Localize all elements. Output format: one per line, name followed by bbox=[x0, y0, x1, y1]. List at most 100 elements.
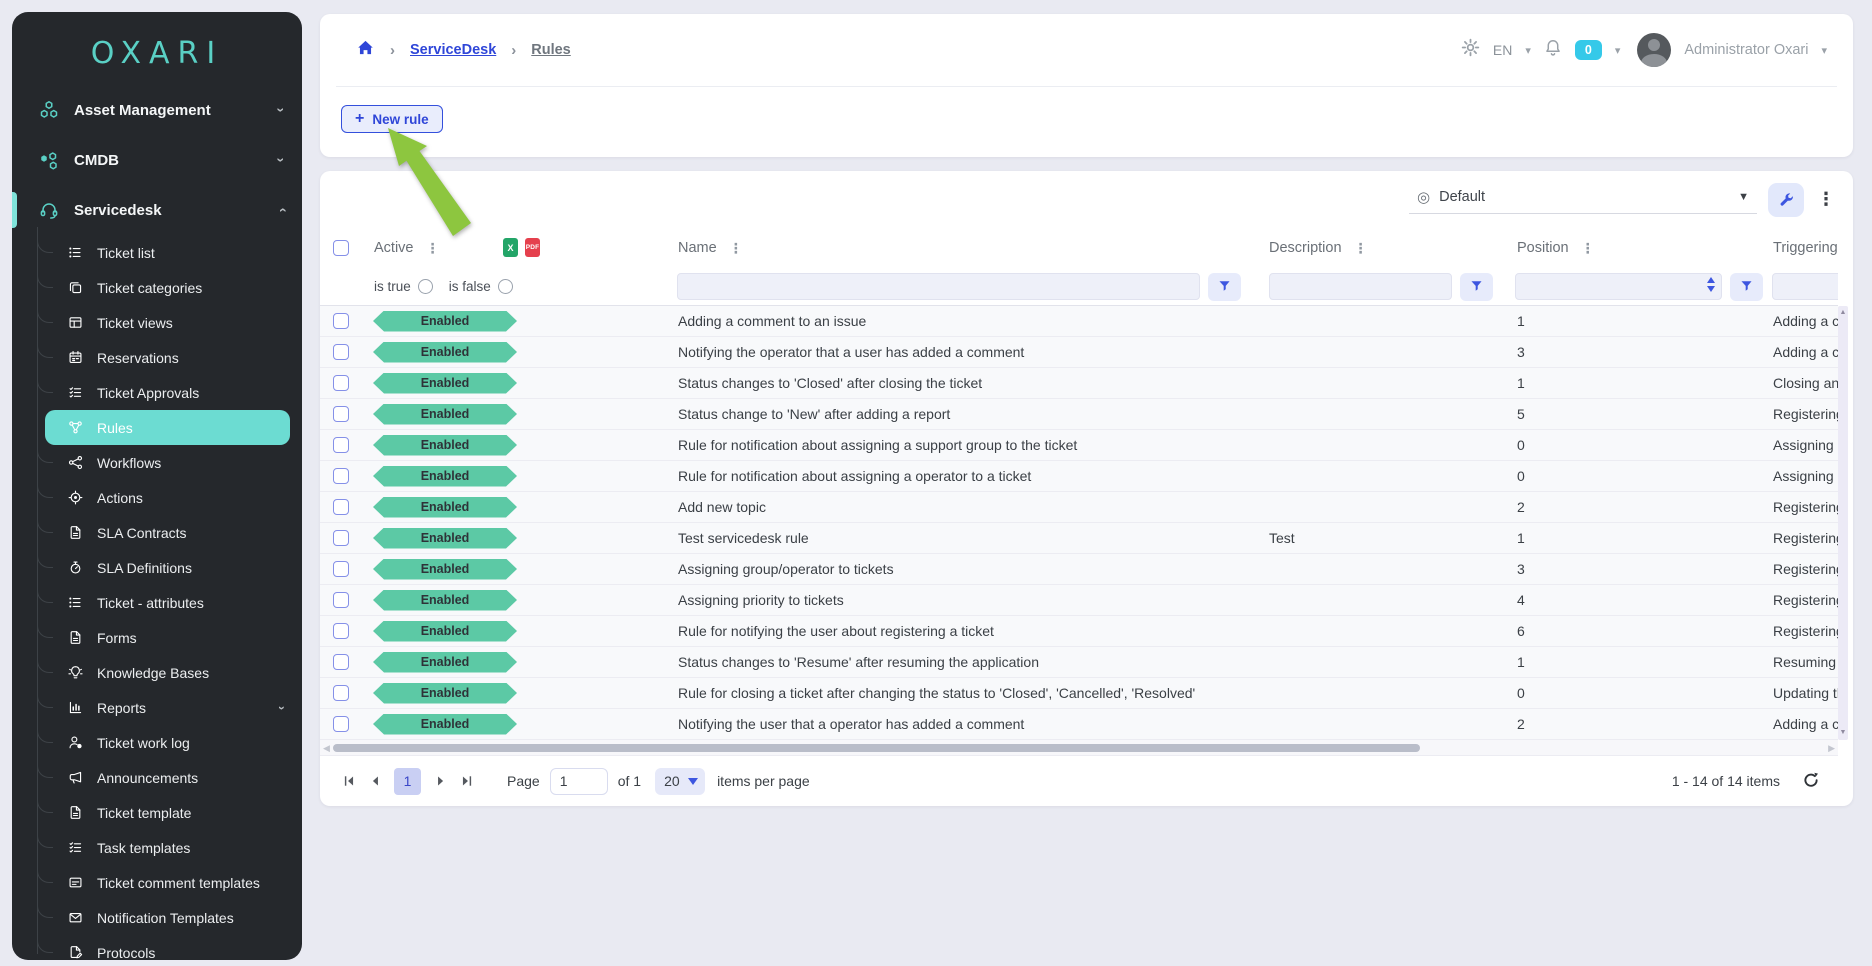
column-header-name[interactable]: Name bbox=[678, 240, 717, 256]
column-menu-kebab-icon[interactable]: ⋮ bbox=[426, 240, 440, 257]
table-row[interactable]: Enabled Rule for notification about assi… bbox=[320, 430, 1838, 461]
first-page-button[interactable] bbox=[336, 768, 362, 794]
table-row[interactable]: Enabled Adding a comment to an issue 1 A… bbox=[320, 306, 1838, 337]
sidebar-item[interactable]: Actions bbox=[45, 480, 290, 515]
table-row[interactable]: Enabled Rule for notification about assi… bbox=[320, 461, 1838, 492]
row-checkbox[interactable] bbox=[333, 654, 349, 670]
sidebar-item[interactable]: Ticket views bbox=[45, 305, 290, 340]
page-number-button[interactable]: 1 bbox=[394, 768, 421, 795]
sidebar-item[interactable]: Reports › bbox=[45, 690, 290, 725]
sidebar-item[interactable]: Reservations bbox=[45, 340, 290, 375]
sidebar-item[interactable]: Ticket template bbox=[45, 795, 290, 830]
name-filter-funnel-icon[interactable] bbox=[1208, 273, 1241, 301]
export-pdf-icon[interactable]: PDF bbox=[525, 238, 540, 257]
sidebar-item[interactable]: Ticket work log bbox=[45, 725, 290, 760]
row-checkbox[interactable] bbox=[333, 592, 349, 608]
table-row[interactable]: Enabled Assigning group/operator to tick… bbox=[320, 554, 1838, 585]
horizontal-scrollbar[interactable]: ◀ ▶ bbox=[320, 740, 1838, 756]
sidebar-section-servicedesk[interactable]: Servicedesk › bbox=[12, 185, 302, 235]
column-menu-kebab-icon[interactable]: ⋮ bbox=[1354, 240, 1368, 257]
previous-page-button[interactable] bbox=[362, 768, 388, 794]
sidebar-section[interactable]: CMDB › bbox=[12, 135, 302, 185]
table-row[interactable]: Enabled Notifying the user that a operat… bbox=[320, 709, 1838, 740]
page-size-select[interactable]: 20 bbox=[655, 768, 705, 795]
row-checkbox[interactable] bbox=[333, 530, 349, 546]
sidebar-item[interactable]: SLA Contracts bbox=[45, 515, 290, 550]
export-excel-icon[interactable]: X bbox=[503, 238, 518, 257]
horizontal-scrollbar-thumb[interactable] bbox=[333, 744, 1420, 752]
sidebar-item[interactable]: Rules bbox=[45, 410, 290, 445]
table-row[interactable]: Enabled Notifying the operator that a us… bbox=[320, 337, 1838, 368]
grid-menu-kebab-icon[interactable]: ⋮ bbox=[1815, 189, 1837, 210]
page-number-input[interactable] bbox=[550, 768, 608, 795]
scroll-left-icon[interactable]: ◀ bbox=[323, 743, 330, 754]
view-selector[interactable]: ◎ Default ▼ bbox=[1409, 186, 1757, 214]
sidebar-item[interactable]: Ticket - attributes bbox=[45, 585, 290, 620]
language-selector[interactable]: EN bbox=[1493, 42, 1512, 58]
row-checkbox[interactable] bbox=[333, 468, 349, 484]
sidebar-item[interactable]: SLA Definitions bbox=[45, 550, 290, 585]
filter-is-true-radio[interactable] bbox=[418, 279, 433, 294]
refresh-icon[interactable] bbox=[1802, 771, 1820, 792]
breadcrumb-link-servicedesk[interactable]: ServiceDesk bbox=[410, 42, 496, 58]
notification-count-badge[interactable]: 0 bbox=[1575, 40, 1602, 60]
table-row[interactable]: Enabled Rule for closing a ticket after … bbox=[320, 678, 1838, 709]
chevron-down-icon[interactable]: ▾ bbox=[1821, 44, 1827, 57]
sidebar-item[interactable]: Announcements bbox=[45, 760, 290, 795]
column-header-active[interactable]: Active bbox=[374, 240, 414, 256]
row-checkbox[interactable] bbox=[333, 716, 349, 732]
table-row[interactable]: Enabled Add new topic 2 Registering bbox=[320, 492, 1838, 523]
table-row[interactable]: Enabled Test servicedesk rule Test 1 Reg… bbox=[320, 523, 1838, 554]
table-row[interactable]: Enabled Status changes to 'Closed' after… bbox=[320, 368, 1838, 399]
description-filter-input[interactable] bbox=[1269, 273, 1452, 300]
row-checkbox[interactable] bbox=[333, 437, 349, 453]
chevron-down-icon[interactable]: ▾ bbox=[1615, 44, 1621, 57]
column-header-triggering-event[interactable]: Triggering e bbox=[1773, 240, 1838, 256]
user-menu-label[interactable]: Administrator Oxari bbox=[1684, 42, 1808, 58]
row-checkbox[interactable] bbox=[333, 623, 349, 639]
sidebar-item[interactable]: Workflows bbox=[45, 445, 290, 480]
table-row[interactable]: Enabled Assigning priority to tickets 4 … bbox=[320, 585, 1838, 616]
avatar[interactable] bbox=[1637, 33, 1671, 67]
next-page-button[interactable] bbox=[427, 768, 453, 794]
column-menu-kebab-icon[interactable]: ⋮ bbox=[1581, 240, 1595, 257]
grid-settings-button[interactable] bbox=[1768, 183, 1804, 217]
description-filter-funnel-icon[interactable] bbox=[1460, 273, 1493, 301]
column-header-description[interactable]: Description bbox=[1269, 240, 1342, 256]
filter-is-false-radio[interactable] bbox=[498, 279, 513, 294]
bell-icon[interactable] bbox=[1544, 38, 1562, 62]
row-checkbox[interactable] bbox=[333, 406, 349, 422]
scroll-down-icon[interactable]: ▼ bbox=[1838, 728, 1848, 738]
sidebar-item[interactable]: Knowledge Bases bbox=[45, 655, 290, 690]
scroll-up-icon[interactable]: ▲ bbox=[1838, 308, 1848, 318]
sidebar-item[interactable]: Forms bbox=[45, 620, 290, 655]
position-filter-input[interactable] bbox=[1515, 273, 1722, 300]
sidebar-section[interactable]: Asset Management › bbox=[12, 85, 302, 135]
table-row[interactable]: Enabled Status change to 'New' after add… bbox=[320, 399, 1838, 430]
row-checkbox[interactable] bbox=[333, 344, 349, 360]
sidebar-item[interactable]: Ticket list bbox=[45, 235, 290, 270]
row-checkbox[interactable] bbox=[333, 375, 349, 391]
sidebar-item[interactable]: Ticket comment templates bbox=[45, 865, 290, 900]
column-menu-kebab-icon[interactable]: ⋮ bbox=[729, 240, 743, 257]
table-row[interactable]: Enabled Status changes to 'Resume' after… bbox=[320, 647, 1838, 678]
gear-icon[interactable] bbox=[1461, 38, 1480, 62]
sidebar-item[interactable]: Ticket Approvals bbox=[45, 375, 290, 410]
vertical-scrollbar[interactable]: ▲ ▼ bbox=[1838, 306, 1848, 740]
last-page-button[interactable] bbox=[453, 768, 479, 794]
chevron-down-icon[interactable]: ▾ bbox=[1525, 44, 1531, 57]
scroll-right-icon[interactable]: ▶ bbox=[1828, 743, 1835, 754]
select-all-checkbox[interactable] bbox=[333, 240, 349, 256]
position-stepper[interactable] bbox=[1707, 277, 1715, 292]
table-row[interactable]: Enabled Rule for notifying the user abou… bbox=[320, 616, 1838, 647]
row-checkbox[interactable] bbox=[333, 313, 349, 329]
sidebar-item[interactable]: Task templates bbox=[45, 830, 290, 865]
row-checkbox[interactable] bbox=[333, 499, 349, 515]
column-header-position[interactable]: Position bbox=[1517, 240, 1569, 256]
row-checkbox[interactable] bbox=[333, 561, 349, 577]
home-icon[interactable] bbox=[356, 39, 375, 61]
sidebar-item[interactable]: Ticket categories bbox=[45, 270, 290, 305]
position-filter-funnel-icon[interactable] bbox=[1730, 273, 1763, 301]
triggering-filter-input[interactable] bbox=[1772, 273, 1838, 300]
sidebar-item[interactable]: Protocols bbox=[45, 935, 290, 960]
